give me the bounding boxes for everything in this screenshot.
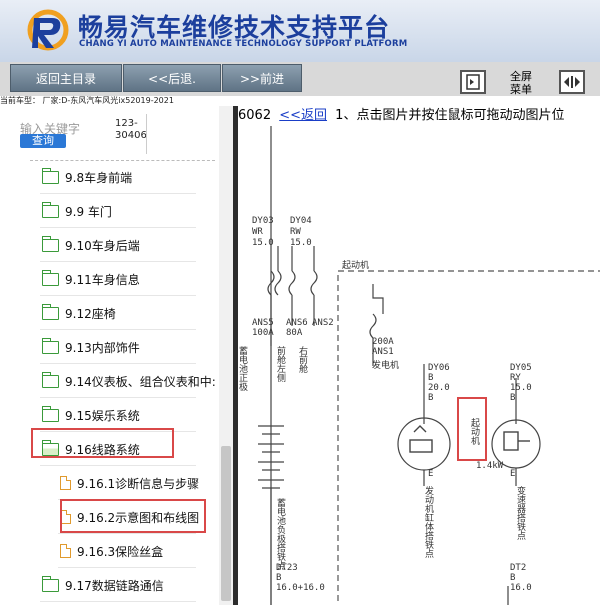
back-button[interactable]: <<后退. bbox=[123, 64, 221, 92]
wire-label: 15.0 bbox=[510, 383, 532, 393]
wire-label: DY05 bbox=[510, 363, 532, 373]
document-icon bbox=[60, 476, 71, 490]
folder-icon bbox=[42, 269, 59, 286]
wire-label: RW bbox=[290, 227, 301, 237]
sidebar-scrollbar-thumb[interactable] bbox=[221, 446, 231, 601]
instruction-text: 1、点击图片并按住鼠标可拖动动图片位 bbox=[335, 108, 565, 123]
wire-label: WR bbox=[252, 227, 263, 237]
vertical-label: 前舱左侧 bbox=[275, 345, 286, 383]
main-content: 6062 <<返回 1、点击图片并按住鼠标可拖动动图片位 DY03 WR 15.… bbox=[238, 106, 600, 605]
highlight-box bbox=[60, 499, 206, 533]
ground-label: E bbox=[510, 469, 515, 479]
starter-label: 起动机 bbox=[469, 418, 480, 446]
fuse-label: ANS5 bbox=[252, 318, 274, 328]
tree-item-9-9[interactable]: 9.9 车门 bbox=[0, 194, 218, 228]
app-header: 畅易汽车维修技术支持平台 CHANG YI AUTO MAINTENANCE T… bbox=[0, 0, 600, 62]
folder-icon bbox=[42, 201, 59, 218]
fuse-label: 200A bbox=[372, 337, 394, 347]
collapse-menu-button[interactable] bbox=[460, 70, 486, 94]
home-button[interactable]: 返回主目录 bbox=[10, 64, 122, 92]
fuse-label: 80A bbox=[286, 328, 303, 338]
forward-button[interactable]: >>前进 bbox=[222, 64, 302, 92]
tree-item-9-17[interactable]: 9.17数据链路通信 bbox=[0, 568, 218, 602]
folder-icon bbox=[42, 303, 59, 320]
document-icon bbox=[60, 544, 71, 558]
folder-icon bbox=[42, 337, 59, 354]
current-vehicle-info: 当前车型： 厂家:D-东风汽车风光ix52019-2021 bbox=[0, 96, 174, 105]
fullscreen-button[interactable] bbox=[559, 70, 585, 94]
tree-item-9-14[interactable]: 9.14仪表板、组合仪表和中: bbox=[0, 364, 218, 398]
highlight-box bbox=[31, 428, 174, 458]
wire-label: B bbox=[428, 373, 433, 383]
rating-label: 1.4kW bbox=[476, 461, 504, 471]
harness-label: 起动机 bbox=[342, 259, 369, 271]
folder-icon bbox=[42, 167, 59, 184]
wire-label: DY06 bbox=[428, 363, 450, 373]
wire-label: DT2 bbox=[510, 563, 526, 573]
tree-item-9-13[interactable]: 9.13内部饰件 bbox=[0, 330, 218, 364]
folder-icon bbox=[42, 371, 59, 388]
vertical-label: 右前舱 bbox=[297, 345, 308, 374]
wire-label: B bbox=[510, 393, 515, 403]
wire-label: DY03 bbox=[252, 216, 274, 226]
component-label: 发电机 bbox=[372, 359, 399, 371]
back-link[interactable]: <<返回 bbox=[279, 108, 327, 123]
vertical-label: 发动机缸体搭铁点 bbox=[423, 485, 434, 559]
chang-yi-logo-icon bbox=[27, 9, 69, 51]
app-subtitle: CHANG YI AUTO MAINTENANCE TECHNOLOGY SUP… bbox=[79, 39, 408, 49]
ground-label: E bbox=[428, 469, 433, 479]
folder-icon bbox=[42, 235, 59, 252]
fuse-label: 100A bbox=[252, 328, 274, 338]
wire-label: 16.0+16.0 bbox=[276, 583, 325, 593]
wire-label: B bbox=[428, 393, 433, 403]
vertical-label: 蓄电池负极搭铁点 bbox=[275, 497, 286, 571]
panel-toggle-icon bbox=[466, 74, 480, 90]
tree-item-9-11[interactable]: 9.11车身信息 bbox=[0, 262, 218, 296]
wire-label: 15.0 bbox=[252, 238, 274, 248]
tree-item-9-12[interactable]: 9.12座椅 bbox=[0, 296, 218, 330]
sidebar: 输入关键字 123-30406 查询 9.8车身前端 9.9 车门 9.10车身… bbox=[0, 106, 233, 605]
search-code: 123-30406 bbox=[115, 118, 147, 141]
document-header: 6062 <<返回 1、点击图片并按住鼠标可拖动动图片位 bbox=[238, 108, 564, 124]
search-divider bbox=[146, 114, 147, 154]
vertical-label: 蓄电池正极 bbox=[238, 345, 248, 392]
fullscreen-menu-label[interactable]: 全屏 菜单 bbox=[506, 70, 536, 96]
wire-label: RY bbox=[510, 373, 521, 383]
wire-label: B bbox=[510, 573, 515, 583]
toolbar: 返回主目录 <<后退. >>前进 全屏 菜单 bbox=[0, 62, 600, 96]
tree-item-9-15[interactable]: 9.15娱乐系统 bbox=[0, 398, 218, 432]
tree-item-9-16-1[interactable]: 9.16.1诊断信息与步骤 bbox=[0, 466, 218, 500]
vertical-label: 变速器搭铁点 bbox=[515, 485, 526, 541]
wiring-diagram[interactable]: DY03 WR 15.0 DY04 RW 15.0 ANS5 100A ANS6… bbox=[238, 126, 600, 605]
folder-icon bbox=[42, 575, 59, 592]
search-button[interactable]: 查询 bbox=[20, 134, 66, 148]
tree-item-9-10[interactable]: 9.10车身后端 bbox=[0, 228, 218, 262]
document-id: 6062 bbox=[238, 108, 272, 123]
fuse-label: ANS6 bbox=[286, 318, 308, 328]
wire-label: 15.0 bbox=[290, 238, 312, 248]
tree-item-9-16-3[interactable]: 9.16.3保险丝盒 bbox=[0, 534, 218, 568]
wire-label: B bbox=[276, 573, 281, 583]
fuse-label: ANS1 bbox=[372, 347, 394, 357]
wire-label: DY04 bbox=[290, 216, 312, 226]
folder-icon bbox=[42, 405, 59, 422]
tree-item-9-8[interactable]: 9.8车身前端 bbox=[0, 160, 218, 194]
wire-label: 16.0 bbox=[510, 583, 532, 593]
fuse-label: ANS2 bbox=[312, 318, 334, 328]
expand-arrows-icon bbox=[564, 76, 580, 88]
wire-label: 20.0 bbox=[428, 383, 450, 393]
